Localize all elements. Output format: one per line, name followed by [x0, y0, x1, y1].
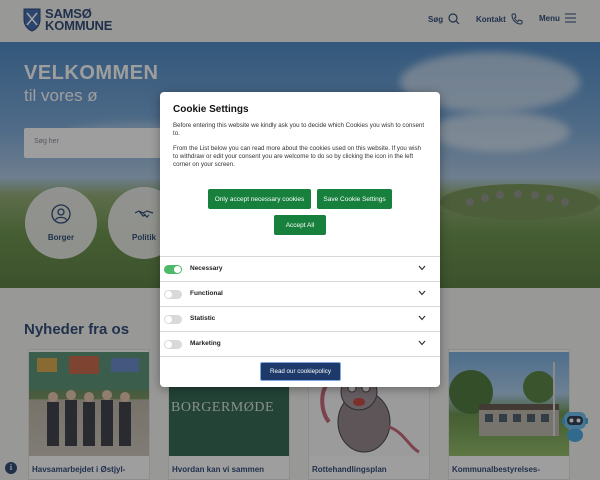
read-cookie-policy-button[interactable]: Read our cookiepolicy: [260, 362, 341, 381]
cookie-category-label: Functional: [190, 290, 223, 297]
cookie-dialog-intro: Before entering this website we kindly a…: [173, 122, 425, 137]
toggle-knob: [174, 266, 181, 273]
cookie-dialog-details: From the List below you can read more ab…: [173, 145, 421, 168]
accept-all-button[interactable]: Accept All: [274, 215, 326, 235]
cookie-category-marketing[interactable]: Marketing: [160, 331, 440, 356]
cookie-category-necessary[interactable]: Necessary: [160, 256, 440, 281]
accept-necessary-button[interactable]: Only accept necessary cookies: [208, 189, 311, 209]
chevron-down-icon[interactable]: [418, 340, 426, 346]
chevron-down-icon[interactable]: [418, 290, 426, 296]
chevron-down-icon[interactable]: [418, 315, 426, 321]
toggle-knob: [165, 291, 172, 298]
cookie-category-statistic[interactable]: Statistic: [160, 306, 440, 331]
toggle-knob: [165, 341, 172, 348]
toggle-knob: [165, 316, 172, 323]
chevron-down-icon[interactable]: [418, 265, 426, 271]
cookie-dialog-title: Cookie Settings: [173, 104, 249, 115]
cookie-settings-dialog: Cookie Settings Before entering this web…: [160, 92, 440, 387]
cookie-category-label: Necessary: [190, 265, 223, 272]
cookie-category-label: Statistic: [190, 315, 216, 322]
save-cookie-settings-button[interactable]: Save Cookie Settings: [317, 189, 392, 209]
statistic-toggle[interactable]: [164, 315, 182, 324]
necessary-toggle[interactable]: [164, 265, 182, 274]
functional-toggle[interactable]: [164, 290, 182, 299]
marketing-toggle[interactable]: [164, 340, 182, 349]
cookie-category-label: Marketing: [190, 340, 221, 347]
cookie-category-functional[interactable]: Functional: [160, 281, 440, 306]
divider: [160, 356, 440, 357]
